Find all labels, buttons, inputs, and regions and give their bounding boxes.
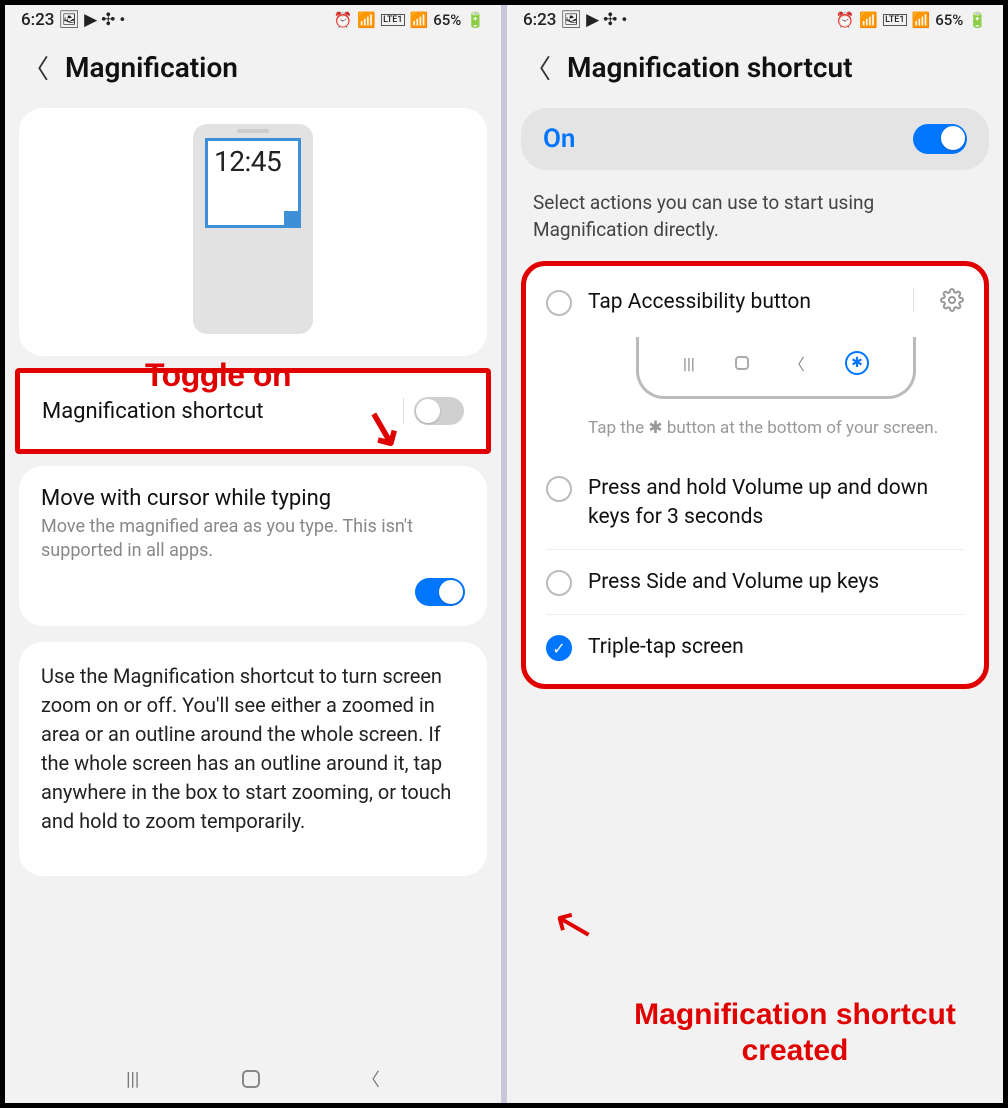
signal-icon: 📶 xyxy=(912,11,931,29)
resize-handle-icon xyxy=(284,211,300,227)
radio-checked-icon[interactable]: ✓ xyxy=(546,635,572,661)
master-toggle-row[interactable]: On xyxy=(521,108,989,170)
nav-back-icon[interactable]: 〈 xyxy=(362,1066,380,1092)
nav-back-icon: 〈 xyxy=(789,351,805,375)
youtube-icon: ▶ xyxy=(586,10,599,30)
back-icon[interactable]: 〈 xyxy=(525,49,551,86)
page-title: Magnification shortcut xyxy=(567,51,853,84)
right-screenshot: 6:23 🖼 ▶ ✣ • ⏰ 📶 LTE1 📶 65% 🔋 〈 Magnific… xyxy=(507,5,1003,1103)
status-bar: 6:23 🖼 ▶ ✣ • ⏰ 📶 LTE1 📶 65% 🔋 xyxy=(5,5,501,35)
annotation-shortcut-created: Magnification shortcut created xyxy=(607,997,983,1069)
battery-text: 65% xyxy=(935,11,963,29)
cursor-card[interactable]: Move with cursor while typing Move the m… xyxy=(19,466,487,626)
cursor-subtitle: Move the magnified area as you type. Thi… xyxy=(41,515,465,564)
nav-bar: ||| 〈 xyxy=(5,1055,501,1103)
shortcut-toggle[interactable] xyxy=(414,397,464,425)
annotation-arrow-icon: ↖ xyxy=(546,892,600,957)
home-icon xyxy=(735,356,749,370)
accessibility-icon: ✱ xyxy=(845,351,869,375)
status-bar: 6:23 🖼 ▶ ✣ • ⏰ 📶 LTE1 📶 65% 🔋 xyxy=(507,5,1003,35)
hint-text: Tap the ✱ button at the bottom of your s… xyxy=(526,409,984,457)
home-icon[interactable] xyxy=(242,1070,260,1088)
app-bar: 〈 Magnification xyxy=(5,35,501,108)
gallery-icon: 🖼 xyxy=(560,10,582,30)
radio-unchecked-icon[interactable] xyxy=(546,570,572,596)
mock-time: 12:45 xyxy=(208,141,298,182)
battery-icon: 🔋 xyxy=(968,11,987,29)
instruction-text: Select actions you can use to start usin… xyxy=(507,182,1003,261)
youtube-icon: ▶ xyxy=(84,10,97,30)
more-icon: • xyxy=(119,10,125,30)
option-label: Press and hold Volume up and down keys f… xyxy=(588,474,964,531)
fan-icon: ✣ xyxy=(603,10,617,30)
wifi-icon: 📶 xyxy=(357,11,376,29)
option-label: Tap Accessibility button xyxy=(588,288,893,316)
magnification-illustration: 12:45 xyxy=(41,118,465,346)
status-time: 6:23 xyxy=(523,10,556,30)
gallery-icon: 🖼 xyxy=(58,10,80,30)
signal-icon: 📶 xyxy=(410,11,429,29)
more-icon: • xyxy=(621,10,627,30)
left-screenshot: 6:23 🖼 ▶ ✣ • ⏰ 📶 LTE1 📶 65% 🔋 〈 Magnific… xyxy=(5,5,507,1103)
battery-text: 65% xyxy=(433,11,461,29)
option-volume-hold[interactable]: Press and hold Volume up and down keys f… xyxy=(526,456,984,549)
recents-icon[interactable]: ||| xyxy=(126,1069,139,1090)
cursor-title: Move with cursor while typing xyxy=(41,486,465,511)
alarm-icon: ⏰ xyxy=(334,11,353,29)
page-title: Magnification xyxy=(65,51,238,84)
status-time: 6:23 xyxy=(21,10,54,30)
cursor-toggle[interactable] xyxy=(415,578,465,606)
on-label: On xyxy=(543,124,575,154)
description-card: Use the Magnification shortcut to turn s… xyxy=(19,642,487,876)
alarm-icon: ⏰ xyxy=(836,11,855,29)
options-list: Tap Accessibility button ||| 〈 ✱ Tap the… xyxy=(521,261,989,689)
volte-icon: LTE1 xyxy=(883,14,906,26)
radio-unchecked-icon[interactable] xyxy=(546,476,572,502)
back-icon[interactable]: 〈 xyxy=(23,49,49,86)
battery-icon: 🔋 xyxy=(466,11,485,29)
master-toggle[interactable] xyxy=(913,124,967,154)
option-accessibility-button[interactable]: Tap Accessibility button xyxy=(526,270,984,326)
annotation-toggle-on: Toggle on xyxy=(145,357,291,394)
option-side-volume[interactable]: Press Side and Volume up keys xyxy=(546,549,964,614)
gear-icon[interactable] xyxy=(940,288,964,316)
accessibility-inline-icon: ✱ xyxy=(648,417,662,441)
option-label: Press Side and Volume up keys xyxy=(588,568,964,596)
app-bar: 〈 Magnification shortcut xyxy=(507,35,1003,108)
recents-icon: ||| xyxy=(683,354,695,373)
option-triple-tap[interactable]: ✓ Triple-tap screen xyxy=(546,614,964,679)
option-label: Triple-tap screen xyxy=(588,633,964,661)
shortcut-label: Magnification shortcut xyxy=(42,399,263,424)
fan-icon: ✣ xyxy=(101,10,115,30)
navbar-illustration: ||| 〈 ✱ xyxy=(568,337,984,399)
illustration-card: 12:45 xyxy=(19,108,487,356)
wifi-icon: 📶 xyxy=(859,11,878,29)
radio-unchecked-icon[interactable] xyxy=(546,290,572,316)
description-text: Use the Magnification shortcut to turn s… xyxy=(41,662,465,836)
volte-icon: LTE1 xyxy=(381,14,404,26)
